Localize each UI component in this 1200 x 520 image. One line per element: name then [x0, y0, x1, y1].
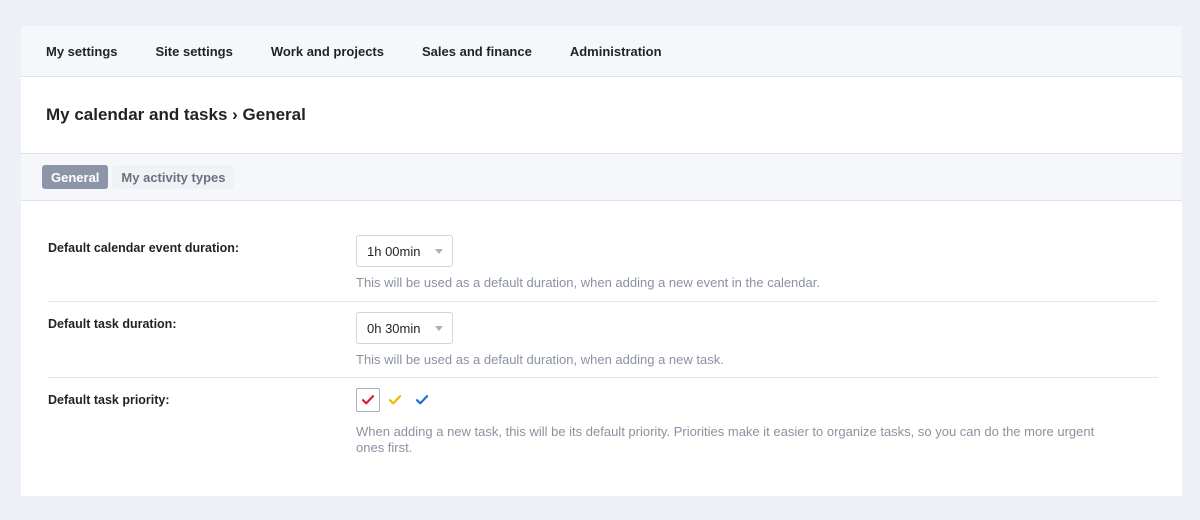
task-duration-value: 0h 30min	[367, 320, 421, 336]
setting-row-task-priority: Default task priority: When adding a new…	[48, 378, 1158, 468]
event-duration-label: Default calendar event duration:	[48, 241, 240, 255]
nav-administration[interactable]: Administration	[570, 44, 662, 59]
event-duration-value: 1h 00min	[367, 243, 421, 259]
event-duration-hint: This will be used as a default duration,…	[356, 275, 820, 290]
nav-my-settings[interactable]: My settings	[46, 44, 118, 59]
page-background: My settings Site settings Work and proje…	[0, 0, 1200, 520]
event-duration-control: 1h 00min This will be used as a default …	[356, 201, 1158, 301]
event-duration-select[interactable]: 1h 00min	[356, 235, 453, 267]
tab-general[interactable]: General	[42, 165, 109, 189]
task-priority-hint: When adding a new task, this will be its…	[356, 424, 1095, 455]
task-duration-hint: This will be used as a default duration,…	[356, 352, 724, 367]
setting-row-task-duration: Default task duration: 0h 30min This wil…	[48, 302, 1158, 378]
chevron-down-icon	[435, 325, 443, 331]
page-header: My calendar and tasks › General	[21, 77, 1182, 154]
nav-site-settings[interactable]: Site settings	[156, 44, 233, 59]
checkmark-icon	[389, 395, 401, 405]
priority-picker	[356, 388, 1158, 412]
setting-row-event-duration: Default calendar event duration: 1h 00mi…	[48, 201, 1158, 302]
priority-option-medium[interactable]	[383, 388, 407, 412]
priority-option-low[interactable]	[410, 388, 434, 412]
chevron-down-icon	[435, 248, 443, 254]
task-priority-control: When adding a new task, this will be its…	[356, 378, 1158, 468]
top-navigation: My settings Site settings Work and proje…	[21, 26, 1182, 77]
settings-card: My settings Site settings Work and proje…	[21, 26, 1182, 496]
task-duration-control: 0h 30min This will be used as a default …	[356, 302, 1158, 377]
checkmark-icon	[416, 395, 428, 405]
checkmark-icon	[362, 395, 374, 405]
task-duration-label: Default task duration:	[48, 317, 177, 331]
task-priority-label: Default task priority:	[48, 393, 170, 407]
nav-work-and-projects[interactable]: Work and projects	[271, 44, 384, 59]
page-title: My calendar and tasks › General	[46, 105, 306, 124]
tab-bar: General My activity types	[21, 154, 1182, 201]
priority-option-high[interactable]	[356, 388, 380, 412]
task-duration-select[interactable]: 0h 30min	[356, 312, 453, 344]
nav-sales-and-finance[interactable]: Sales and finance	[422, 44, 532, 59]
settings-form: Default calendar event duration: 1h 00mi…	[21, 201, 1182, 468]
tab-my-activity-types[interactable]: My activity types	[112, 165, 235, 189]
